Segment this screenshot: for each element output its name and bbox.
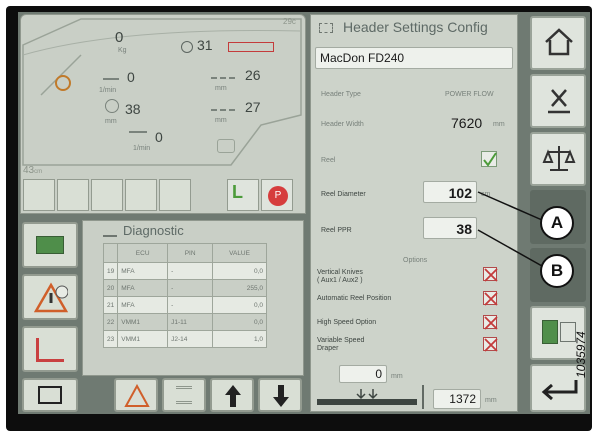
figure-number: 1035974: [574, 331, 588, 378]
callout-leader-lines: [477, 191, 543, 267]
callout-b: B: [540, 254, 574, 288]
callout-a: A: [540, 206, 574, 240]
